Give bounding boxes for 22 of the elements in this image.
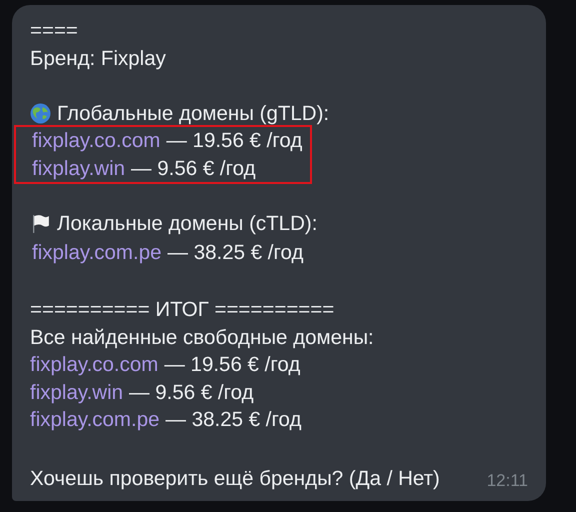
price-text: — 9.56 € /год	[131, 156, 256, 182]
domain-link[interactable]: fixplay.com.pe	[30, 406, 160, 434]
flag-icon	[30, 212, 51, 234]
domain-link[interactable]: fixplay.co.com	[32, 127, 160, 154]
summary-subtitle: Все найденные свободные домены:	[30, 324, 374, 350]
summary-heading: ========== ИТОГ ==========	[30, 297, 334, 323]
section-title: Глобальные домены (gTLD):	[57, 100, 330, 126]
separator-text: ====	[30, 18, 78, 44]
globe-icon	[30, 102, 51, 124]
section-title: Локальные домены (cTLD):	[57, 210, 318, 236]
brand-text: Бренд: Fixplay	[30, 46, 166, 72]
message-time: 12:11	[486, 471, 528, 491]
domain-link[interactable]: fixplay.win	[32, 154, 126, 182]
price-text: — 19.56 € /год	[164, 352, 300, 378]
price-text: — 9.56 € /год	[129, 380, 254, 406]
price-text: — 38.25 € /год	[168, 240, 304, 266]
question-text: Хочешь проверить ещё бренды? (Да / Нет)	[30, 467, 440, 491]
domain-link[interactable]: fixplay.co.com	[30, 351, 158, 378]
domain-link[interactable]: fixplay.com.pe	[32, 239, 162, 266]
price-text: — 19.56 € /год	[166, 128, 302, 154]
domain-link[interactable]: fixplay.win	[30, 378, 124, 406]
price-text: — 38.25 € /год	[166, 407, 302, 433]
